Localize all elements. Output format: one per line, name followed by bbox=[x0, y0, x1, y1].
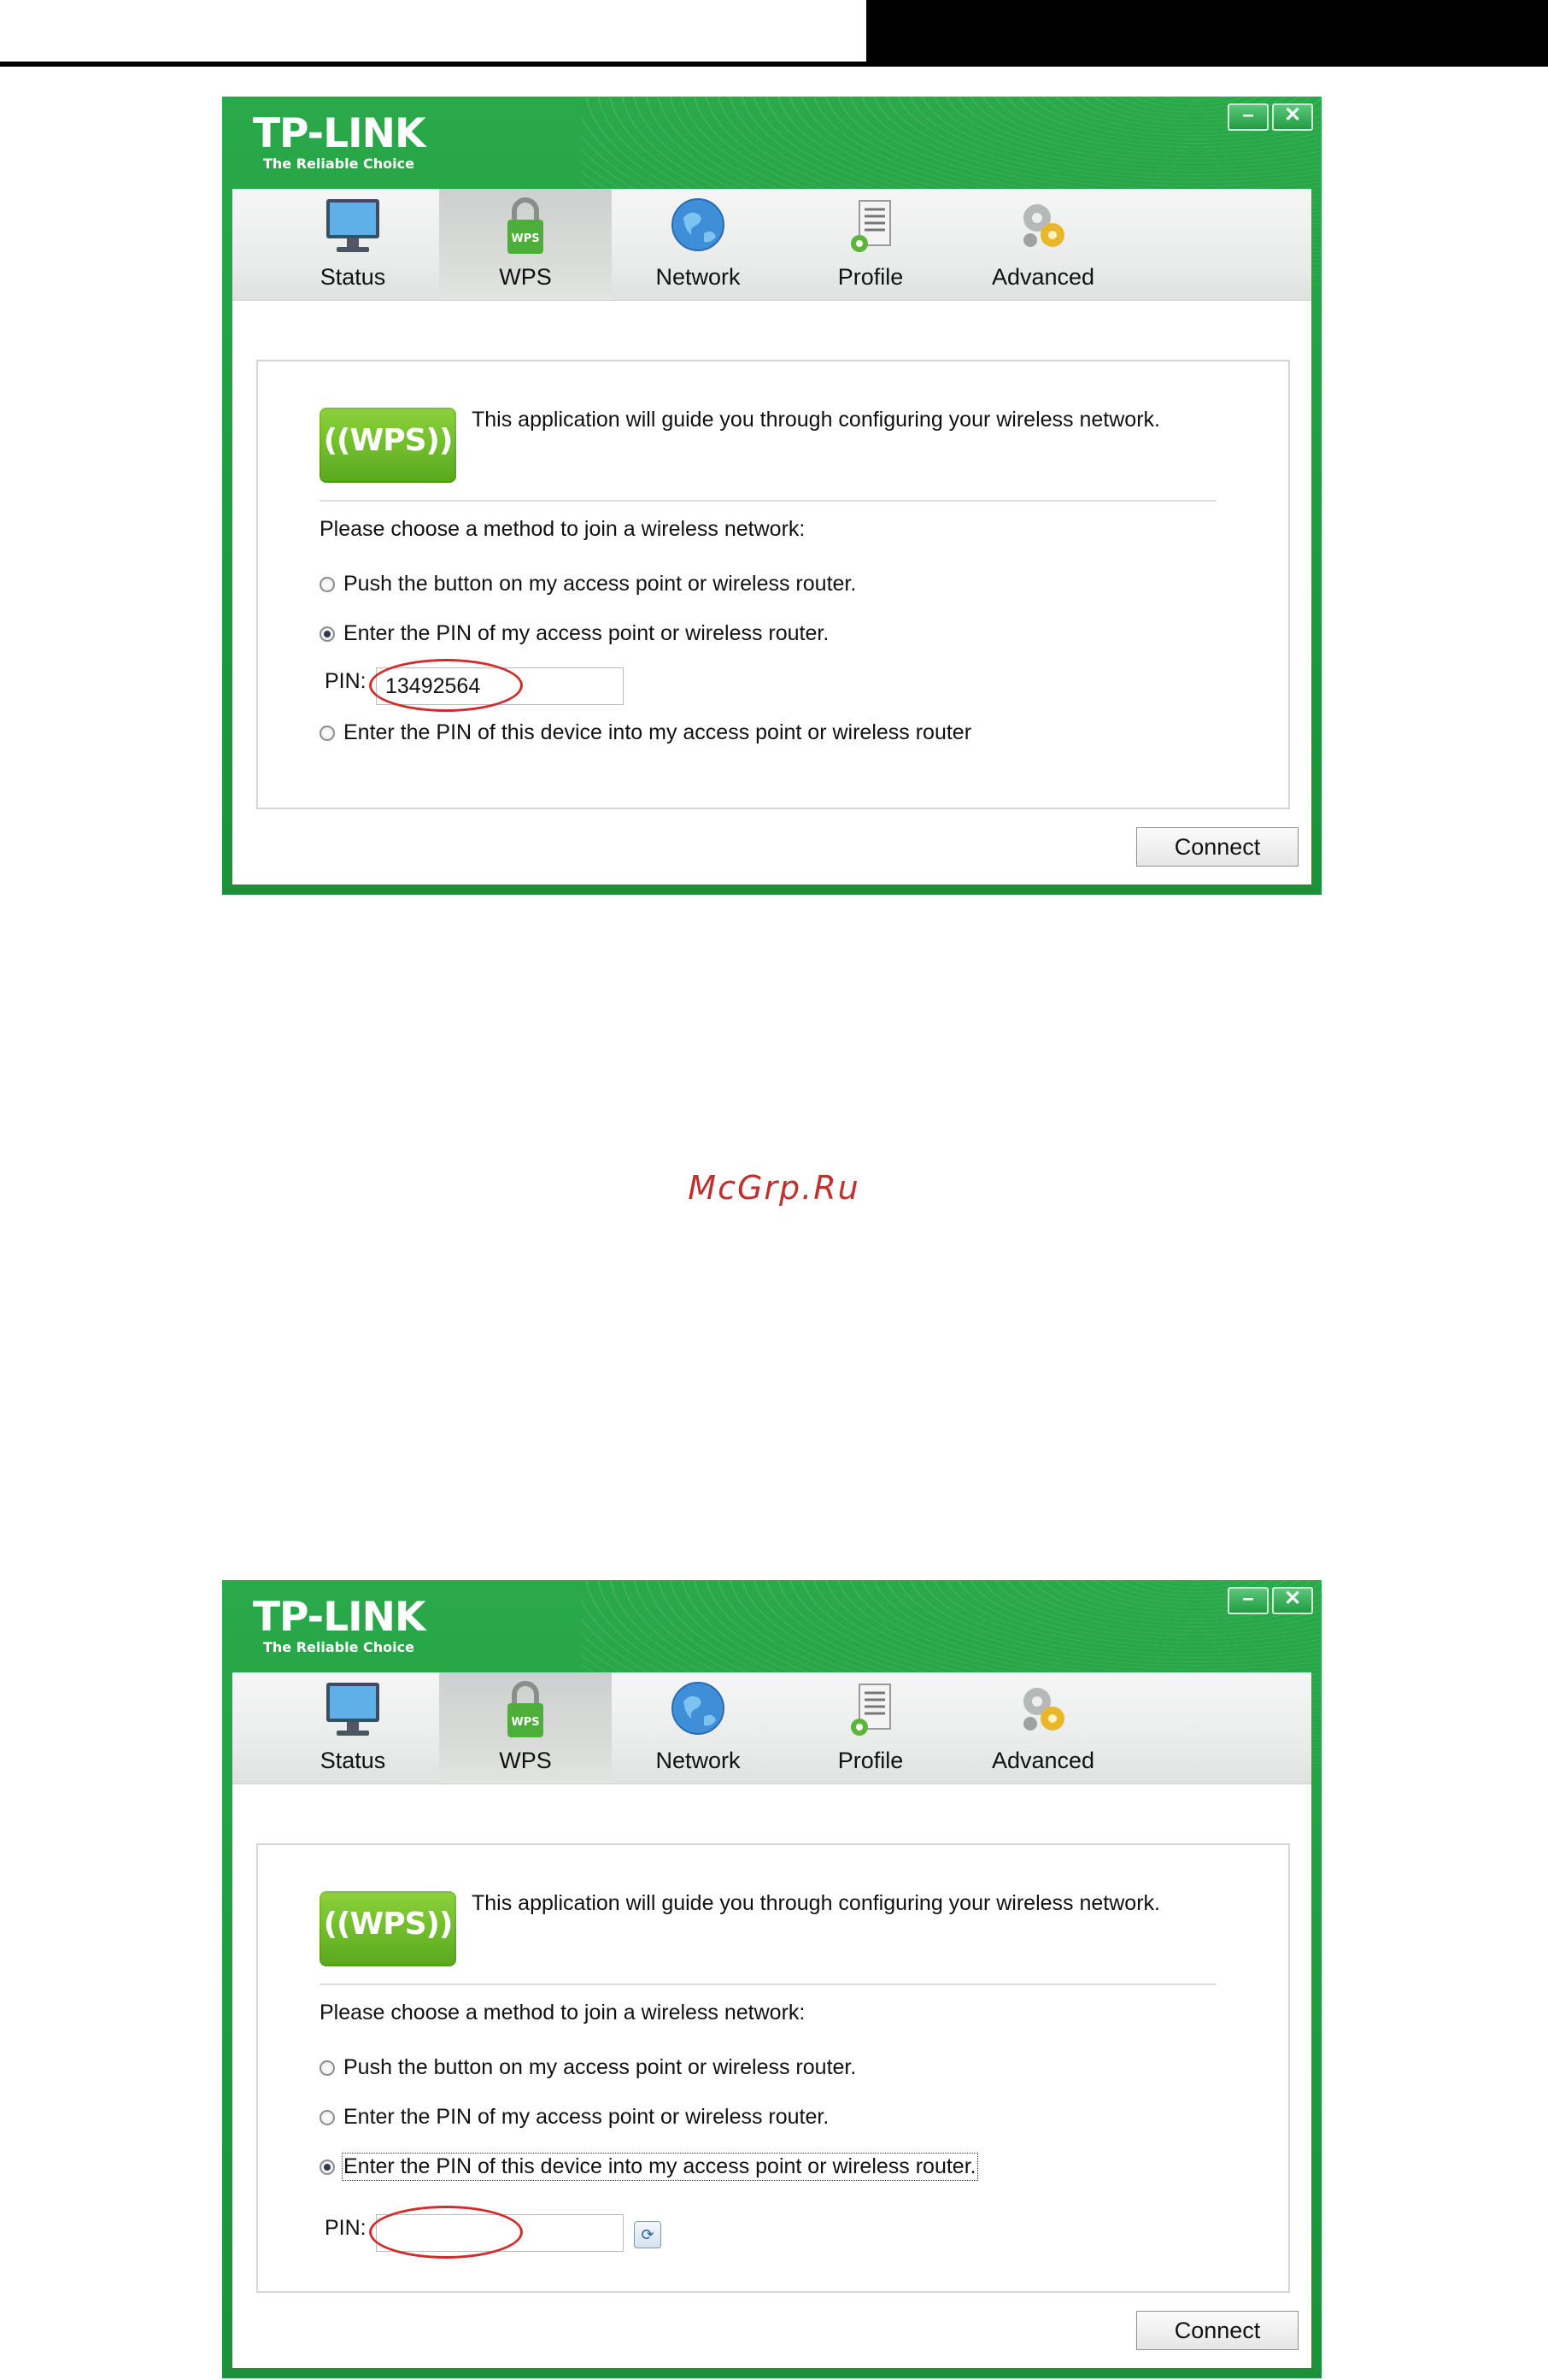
wps-logo-text: ((WPS)) bbox=[323, 1907, 454, 1942]
tab-label: Network bbox=[655, 1748, 741, 1773]
radio-button[interactable] bbox=[320, 2109, 335, 2125]
tab-label: WPS bbox=[499, 1748, 552, 1773]
pin-input[interactable] bbox=[376, 2214, 624, 2252]
pin-input[interactable] bbox=[376, 667, 624, 705]
window-controls: – ✕ bbox=[1228, 103, 1313, 131]
refresh-pin-button[interactable]: ⟳ bbox=[634, 2221, 661, 2248]
tplink-utility-window-1: TP-LINK The Reliable Choice – ✕ Status W… bbox=[222, 97, 1322, 895]
tab-status[interactable]: Status bbox=[267, 189, 439, 300]
globe-icon bbox=[671, 1682, 724, 1735]
wps-panel: ((WPS)) This application will guide you … bbox=[256, 1843, 1290, 2293]
radio-button-selected[interactable] bbox=[320, 626, 335, 642]
gears-icon bbox=[1023, 204, 1064, 247]
tab-wps[interactable]: WPS WPS bbox=[439, 189, 612, 300]
brand-name: TP-LINK bbox=[253, 1594, 425, 1641]
wps-lock-icon: WPS bbox=[507, 1681, 543, 1737]
close-button[interactable]: ✕ bbox=[1272, 103, 1313, 131]
brand-tagline: The Reliable Choice bbox=[263, 1639, 414, 1655]
tab-label: Profile bbox=[837, 1748, 904, 1773]
tab-network[interactable]: Network bbox=[612, 1672, 784, 1784]
choose-method-text: Please choose a method to join a wireles… bbox=[320, 517, 806, 541]
option-label: Enter the PIN of my access point or wire… bbox=[343, 621, 830, 645]
profile-document-icon bbox=[851, 1684, 891, 1736]
connect-button[interactable]: Connect bbox=[1136, 2311, 1299, 2350]
tab-label: Advanced bbox=[991, 1748, 1095, 1773]
tab-label: Advanced bbox=[991, 264, 1095, 290]
tab-advanced[interactable]: Advanced bbox=[957, 1672, 1129, 1784]
header-black-block bbox=[866, 0, 1548, 67]
option-label: Push the button on my access point or wi… bbox=[343, 2055, 857, 2079]
wps-lock-icon: WPS bbox=[507, 197, 543, 254]
pin-label: PIN: bbox=[325, 2216, 366, 2240]
wps-panel: ((WPS)) This application will guide you … bbox=[256, 360, 1290, 809]
option-label: Enter the PIN of this device into my acc… bbox=[342, 2153, 978, 2181]
connect-button[interactable]: Connect bbox=[1136, 827, 1299, 867]
tab-label: Network bbox=[655, 264, 741, 290]
minimize-button[interactable]: – bbox=[1228, 1587, 1269, 1614]
radio-button[interactable] bbox=[320, 725, 335, 741]
tab-wps[interactable]: WPS WPS bbox=[439, 1672, 612, 1784]
option-label: Push the button on my access point or wi… bbox=[343, 572, 857, 596]
window-body: Status WPS WPS Network Profile Advanced … bbox=[232, 1672, 1311, 2368]
wps-logo: ((WPS)) bbox=[320, 408, 456, 483]
tab-label: Profile bbox=[837, 264, 904, 290]
brand-tagline: The Reliable Choice bbox=[263, 156, 414, 172]
window-body: Status WPS WPS Network Profile Advanced … bbox=[232, 189, 1311, 884]
pin-label: PIN: bbox=[325, 669, 366, 693]
intro-text: This application will guide you through … bbox=[472, 408, 1160, 432]
option-label: Enter the PIN of my access point or wire… bbox=[343, 2105, 830, 2129]
header-rule bbox=[0, 62, 866, 67]
monitor-icon bbox=[326, 1683, 379, 1736]
gears-icon bbox=[1023, 1688, 1064, 1731]
tab-bar: Status WPS WPS Network Profile Advanced bbox=[232, 189, 1311, 301]
refresh-icon: ⟳ bbox=[641, 2226, 654, 2243]
svg-text:WPS: WPS bbox=[511, 232, 539, 245]
tplink-utility-window-2: TP-LINK The Reliable Choice – ✕ Status W… bbox=[222, 1580, 1322, 2378]
option-push-button[interactable]: Push the button on my access point or wi… bbox=[320, 2055, 856, 2080]
option-push-button[interactable]: Push the button on my access point or wi… bbox=[320, 572, 856, 596]
option-enter-device-pin[interactable]: Enter the PIN of this device into my acc… bbox=[320, 720, 971, 745]
option-label: Enter the PIN of this device into my acc… bbox=[343, 720, 972, 744]
watermark: McGrp.Ru bbox=[688, 1169, 860, 1207]
tab-bar: Status WPS WPS Network Profile Advanced bbox=[232, 1672, 1311, 1784]
window-controls: – ✕ bbox=[1228, 1587, 1313, 1614]
globe-icon bbox=[671, 198, 724, 251]
tab-status[interactable]: Status bbox=[267, 1672, 439, 1784]
close-button[interactable]: ✕ bbox=[1272, 1587, 1313, 1614]
choose-method-text: Please choose a method to join a wireles… bbox=[320, 2001, 806, 2024]
option-enter-device-pin[interactable]: Enter the PIN of this device into my acc… bbox=[320, 2153, 978, 2181]
option-enter-ap-pin[interactable]: Enter the PIN of my access point or wire… bbox=[320, 2105, 829, 2130]
radio-button[interactable] bbox=[320, 576, 335, 592]
tab-label: Status bbox=[320, 1748, 386, 1773]
tab-label: Status bbox=[320, 264, 386, 290]
svg-text:WPS: WPS bbox=[511, 1716, 539, 1729]
intro-text: This application will guide you through … bbox=[472, 1891, 1160, 1915]
tab-profile[interactable]: Profile bbox=[784, 189, 957, 300]
tab-advanced[interactable]: Advanced bbox=[957, 189, 1129, 300]
radio-button[interactable] bbox=[320, 2060, 335, 2076]
option-enter-ap-pin[interactable]: Enter the PIN of my access point or wire… bbox=[320, 621, 829, 646]
tab-label: WPS bbox=[499, 264, 552, 290]
brand-logo: TP-LINK The Reliable Choice bbox=[253, 112, 425, 172]
tab-profile[interactable]: Profile bbox=[784, 1672, 957, 1784]
tab-network[interactable]: Network bbox=[612, 189, 784, 300]
brand-logo: TP-LINK The Reliable Choice bbox=[253, 1595, 425, 1655]
brand-name: TP-LINK bbox=[253, 110, 425, 157]
wps-logo: ((WPS)) bbox=[320, 1891, 456, 1966]
wps-logo-text: ((WPS)) bbox=[323, 423, 454, 458]
minimize-button[interactable]: – bbox=[1228, 103, 1269, 131]
divider bbox=[320, 500, 1217, 502]
radio-button-selected[interactable] bbox=[320, 2159, 335, 2175]
divider bbox=[320, 1983, 1217, 1985]
monitor-icon bbox=[326, 199, 379, 252]
profile-document-icon bbox=[851, 200, 891, 252]
